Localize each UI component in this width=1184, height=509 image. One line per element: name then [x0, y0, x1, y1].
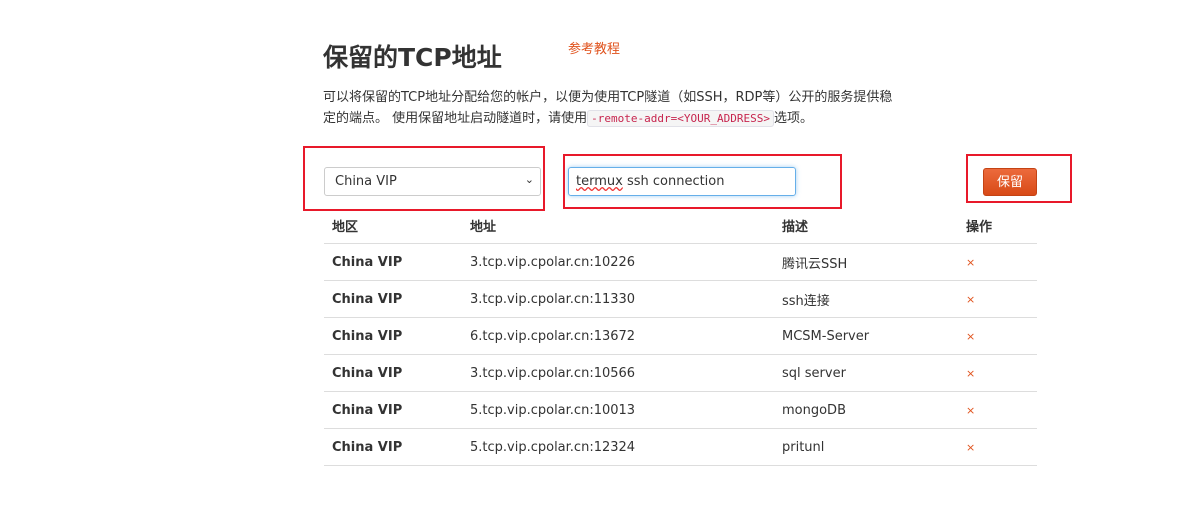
page-description: 可以将保留的TCP地址分配给您的帐户，以便为使用TCP隧道（如SSH，RDP等）… [323, 87, 903, 129]
cell-description: pritunl [782, 439, 825, 455]
cell-region: China VIP [332, 291, 403, 307]
cell-region: China VIP [332, 254, 403, 270]
header-action: 操作 [958, 207, 1037, 244]
cell-address: 5.tcp.vip.cpolar.cn:10013 [470, 402, 636, 418]
cell-address: 5.tcp.vip.cpolar.cn:12324 [470, 439, 636, 455]
cell-description: mongoDB [782, 402, 846, 418]
description-input[interactable]: termux ssh connection [568, 167, 796, 196]
delete-icon[interactable]: × [966, 367, 975, 380]
cell-description: MCSM-Server [782, 328, 870, 344]
region-select[interactable]: China VIP ⌄ [324, 167, 541, 196]
page-title: 保留的TCP地址 [323, 43, 502, 72]
table-row: China VIP 5.tcp.vip.cpolar.cn:12324 pritun… [324, 428, 1037, 466]
reserve-button[interactable]: 保留 [983, 168, 1037, 196]
cell-address: 3.tcp.vip.cpolar.cn:10566 [470, 365, 636, 381]
delete-icon[interactable]: × [966, 330, 975, 343]
input-text-misspelled: termux [576, 174, 623, 189]
delete-icon[interactable]: × [966, 293, 975, 306]
delete-icon[interactable]: × [966, 404, 975, 417]
cell-address: 3.tcp.vip.cpolar.cn:11330 [470, 291, 636, 307]
cell-description: ssh连接 [782, 293, 830, 309]
cell-region: China VIP [332, 402, 403, 418]
cell-region: China VIP [332, 365, 403, 381]
reserved-addresses-table: 地区 地址 描述 操作 China VIP 3.tcp.vip.cpolar.cn… [324, 207, 1037, 466]
input-text: ssh connection [622, 174, 725, 189]
cell-address: 6.tcp.vip.cpolar.cn:13672 [470, 328, 636, 344]
region-selected-value: China VIP [335, 174, 397, 189]
cell-region: China VIP [332, 328, 403, 344]
table-row: China VIP 3.tcp.vip.cpolar.cn:11330 ssh连接 × [324, 280, 1037, 318]
header-address: 地址 [462, 207, 774, 244]
cell-description: sql server [782, 365, 846, 381]
remote-addr-code: -remote-addr=<YOUR_ADDRESS> [587, 110, 774, 127]
table-row: China VIP 6.tcp.vip.cpolar.cn:13672 MCSM-S… [324, 317, 1037, 355]
header-region: 地区 [324, 207, 462, 244]
description-text-end: 选项。 [773, 111, 813, 126]
chevron-down-icon: ⌄ [524, 173, 534, 186]
table-row: China VIP 3.tcp.vip.cpolar.cn:10226 腾讯云SSH… [324, 243, 1037, 281]
table-row: China VIP 3.tcp.vip.cpolar.cn:10566 sql se… [324, 354, 1037, 392]
table-row: China VIP 5.tcp.vip.cpolar.cn:10013 mongoD… [324, 391, 1037, 429]
cell-region: China VIP [332, 439, 403, 455]
delete-icon[interactable]: × [966, 256, 975, 269]
cell-address: 3.tcp.vip.cpolar.cn:10226 [470, 254, 636, 270]
delete-icon[interactable]: × [966, 441, 975, 454]
reference-tutorial-link[interactable]: 参考教程 [568, 38, 620, 57]
cell-description: 腾讯云SSH [782, 256, 848, 272]
header-description: 描述 [774, 207, 958, 244]
